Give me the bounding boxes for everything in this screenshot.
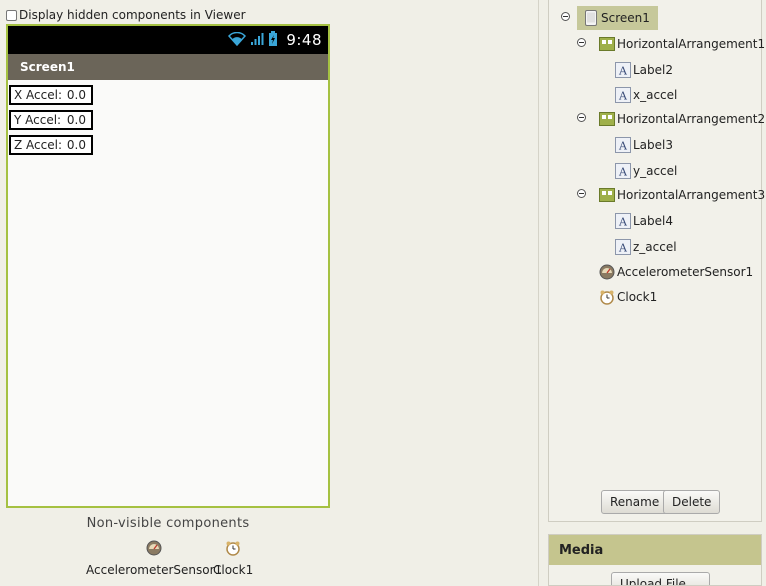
svg-text:A: A xyxy=(618,90,628,103)
tree-node-horizontalarrangement3[interactable]: HorizontalArrangement3 xyxy=(599,185,765,205)
nonvisible-components-title: Non-visible components xyxy=(86,516,250,531)
label-icon: A xyxy=(615,239,631,255)
accelerometer-icon xyxy=(146,540,162,559)
horizontal-arrangement-icon xyxy=(599,187,615,203)
tree-label-clock1: Clock1 xyxy=(617,290,658,304)
rename-button[interactable]: Rename xyxy=(601,490,669,514)
z-accel-label: Z Accel: xyxy=(14,138,62,152)
tree-node-label2[interactable]: A Label2 xyxy=(615,60,673,80)
x-accel-label: X Accel: xyxy=(14,88,62,102)
clock-icon xyxy=(225,540,241,559)
z-accel-row[interactable]: Z Accel: 0.0 xyxy=(9,135,93,155)
tree-label-x-accel: x_accel xyxy=(633,88,678,102)
label-icon: A xyxy=(615,87,631,103)
tree-label-accelerometersensor1: AccelerometerSensor1 xyxy=(617,265,754,279)
y-accel-value: 0.0 xyxy=(66,113,86,127)
tree-label-label4: Label4 xyxy=(633,214,674,228)
label-icon: A xyxy=(615,213,631,229)
tree-label-z-accel: z_accel xyxy=(633,240,677,254)
label-icon: A xyxy=(615,163,631,179)
tree-label-ha1: HorizontalArrangement1 xyxy=(617,37,766,51)
delete-button[interactable]: Delete xyxy=(663,490,721,514)
clock-icon xyxy=(599,289,615,305)
collapse-screen1-toggle[interactable] xyxy=(561,12,570,21)
components-panel: Screen1 HorizontalArrangement1 A Label2 … xyxy=(548,0,765,522)
svg-text:A: A xyxy=(618,242,628,255)
media-header: Media xyxy=(549,535,761,565)
panel-divider xyxy=(538,0,539,586)
tree-label-label2: Label2 xyxy=(633,63,674,77)
screen-icon xyxy=(583,10,599,26)
tree-label-ha3: HorizontalArrangement3 xyxy=(617,188,766,202)
display-hidden-label: Display hidden components in Viewer xyxy=(19,8,246,22)
collapse-ha1-toggle[interactable] xyxy=(577,38,586,47)
horizontal-arrangement-icon xyxy=(599,36,615,52)
status-time: 9:48 xyxy=(286,31,322,49)
z-accel-value: 0.0 xyxy=(66,138,86,152)
tree-label-y-accel: y_accel xyxy=(633,164,678,178)
signal-icon xyxy=(250,32,264,49)
svg-text:A: A xyxy=(618,216,628,229)
tree-node-horizontalarrangement2[interactable]: HorizontalArrangement2 xyxy=(599,109,765,129)
media-panel: Media Upload File ... xyxy=(548,534,762,586)
checkbox-box[interactable] xyxy=(6,9,17,21)
tree-node-z-accel[interactable]: A z_accel xyxy=(615,237,677,257)
label-icon: A xyxy=(615,62,631,78)
label-icon: A xyxy=(615,137,631,153)
battery-icon xyxy=(268,30,278,50)
tree-label-ha2: HorizontalArrangement2 xyxy=(617,112,766,126)
tree-node-label4[interactable]: A Label4 xyxy=(615,211,673,231)
collapse-ha2-toggle[interactable] xyxy=(577,113,586,122)
horizontal-arrangement-icon xyxy=(599,111,615,127)
tree-node-accelerometersensor1[interactable]: AccelerometerSensor1 xyxy=(599,262,753,282)
wifi-icon xyxy=(228,31,247,49)
upload-file-button[interactable]: Upload File ... xyxy=(611,572,711,585)
accelerometer-icon xyxy=(599,264,615,280)
x-accel-row[interactable]: X Accel: 0.0 xyxy=(9,85,93,105)
collapse-ha3-toggle[interactable] xyxy=(577,189,586,198)
tree-label-label3: Label3 xyxy=(633,138,674,152)
display-hidden-checkbox[interactable]: Display hidden components in Viewer xyxy=(6,8,246,22)
tree-node-x-accel[interactable]: A x_accel xyxy=(615,85,677,105)
x-accel-value: 0.0 xyxy=(66,88,86,102)
nonvisible-clock-label: Clock1 xyxy=(213,563,254,577)
nonvisible-clock[interactable]: Clock1 xyxy=(213,540,253,577)
svg-text:A: A xyxy=(618,65,628,78)
screen-title: Screen1 xyxy=(20,60,75,74)
y-accel-row[interactable]: Y Accel: 0.0 xyxy=(9,110,93,130)
nonvisible-accelerometer[interactable]: AccelerometerSensor1 xyxy=(86,540,222,577)
tree-label-screen1: Screen1 xyxy=(601,11,650,25)
tree-node-y-accel[interactable]: A y_accel xyxy=(615,161,677,181)
tree-node-clock1[interactable]: Clock1 xyxy=(599,287,657,307)
tree-node-label3[interactable]: A Label3 xyxy=(615,135,673,155)
phone-body: X Accel: 0.0 Y Accel: 0.0 Z Accel: 0.0 xyxy=(8,80,328,155)
media-title: Media xyxy=(559,542,604,558)
svg-text:A: A xyxy=(618,166,628,179)
nonvisible-accelerometer-label: AccelerometerSensor1 xyxy=(86,563,223,577)
tree-node-screen1[interactable]: Screen1 xyxy=(577,6,658,30)
phone-preview: 9:48 Screen1 X Accel: 0.0 Y Accel: 0.0 Z… xyxy=(6,24,330,508)
tree-node-horizontalarrangement1[interactable]: HorizontalArrangement1 xyxy=(599,34,765,54)
screen-title-bar: Screen1 xyxy=(8,54,328,80)
svg-text:A: A xyxy=(618,140,628,153)
status-bar: 9:48 xyxy=(8,26,328,54)
y-accel-label: Y Accel: xyxy=(14,113,62,127)
